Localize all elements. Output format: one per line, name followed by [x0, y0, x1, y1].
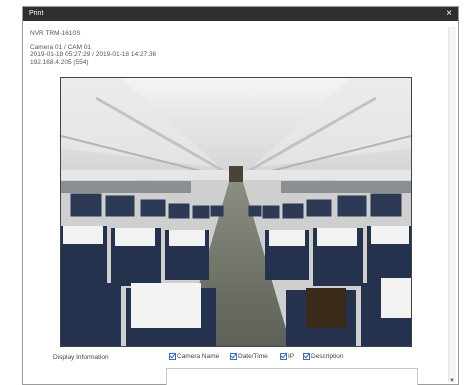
checkbox-checked-icon	[169, 353, 176, 360]
description-input[interactable]	[166, 368, 418, 385]
train-interior-image	[61, 78, 411, 346]
checkbox-checked-icon	[230, 353, 237, 360]
camera-name: Camera 01 / CAM 01	[30, 43, 92, 51]
checkbox-checked-icon	[280, 353, 287, 360]
display-information-row: Display Information Camera Name Date/Tim…	[23, 351, 460, 365]
camera-name-option-label: Camera Name	[177, 353, 220, 360]
ip-option-label: IP	[288, 353, 295, 360]
print-dialog: Print × NVR TRM-1610S Camera 01 / CAM 01…	[22, 6, 459, 385]
close-icon[interactable]: ×	[446, 8, 452, 20]
description-option-label: Description	[311, 353, 344, 360]
window-title: Print	[29, 10, 44, 17]
date-time: 2019-01-18 05:27:29 / 2019-01-18 14:27:3…	[30, 51, 157, 58]
camera-info: NVR TRM-1610S Camera 01 / CAM 01 2019-01…	[30, 30, 156, 66]
checkbox-checked-icon	[303, 353, 310, 360]
ip-checkbox[interactable]: IP	[280, 353, 294, 360]
description-checkbox[interactable]: Description	[303, 353, 344, 360]
ip-address: 192.168.4.205 (554)	[30, 58, 89, 66]
vertical-scrollbar[interactable]	[448, 27, 456, 382]
camera-name-checkbox[interactable]: Camera Name	[169, 353, 219, 360]
snapshot-preview	[60, 77, 412, 347]
device-name: NVR TRM-1610S	[30, 30, 81, 37]
date-time-option-label: Date/Time	[238, 353, 268, 360]
chevron-down-icon[interactable]: ▼	[448, 377, 456, 385]
display-information-label: Display Information	[53, 354, 109, 361]
date-time-checkbox[interactable]: Date/Time	[230, 353, 268, 360]
title-bar: Print ×	[23, 7, 458, 21]
